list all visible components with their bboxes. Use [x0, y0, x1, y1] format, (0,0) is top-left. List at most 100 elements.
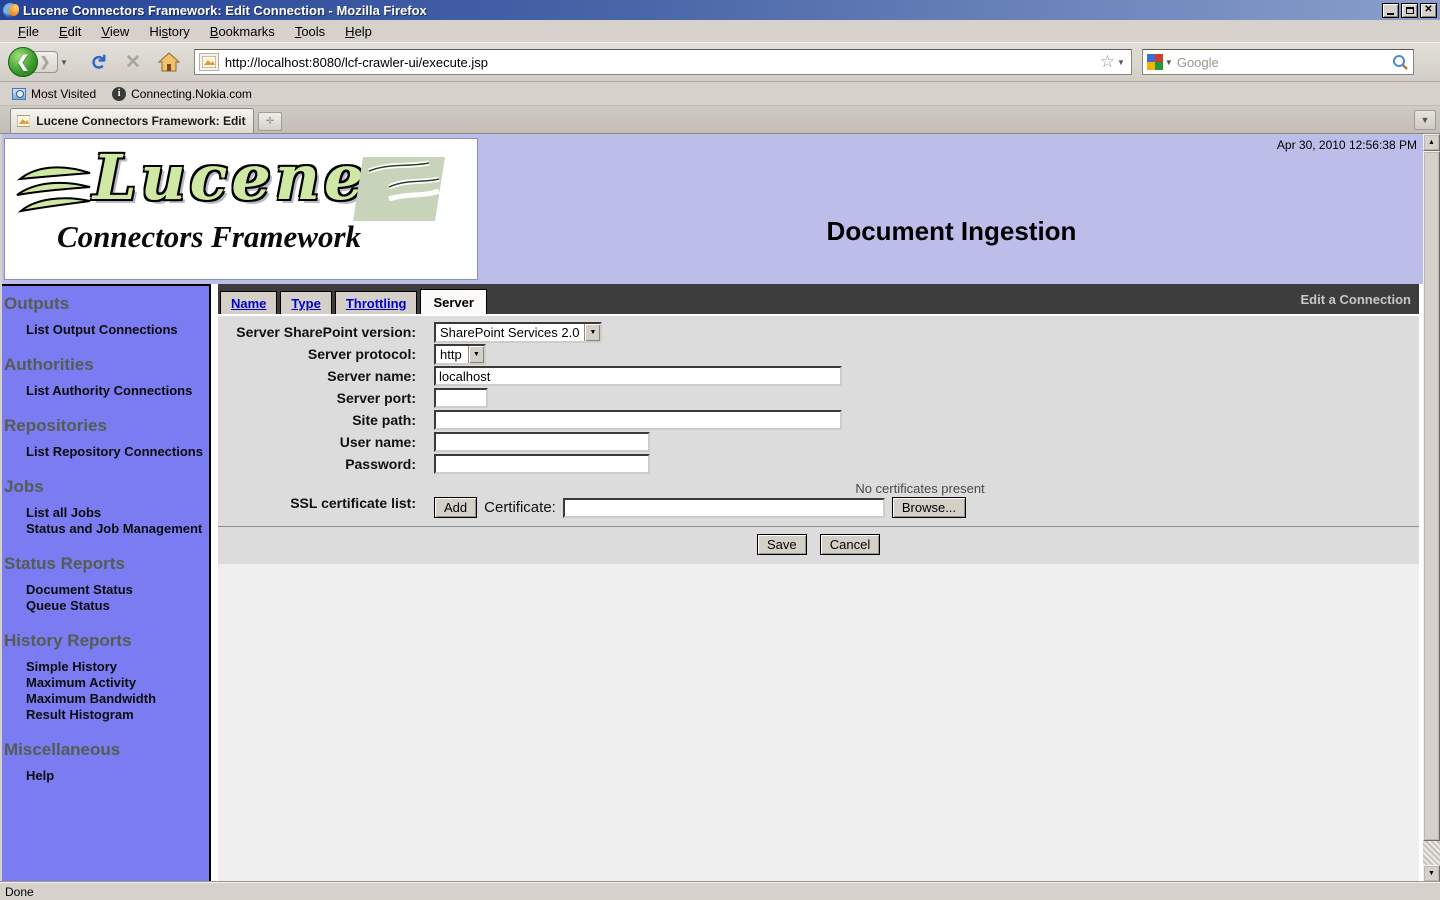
field-label-protocol: Server protocol:: [218, 346, 434, 362]
close-button[interactable]: ✕: [1420, 3, 1437, 18]
back-button[interactable]: ❮: [8, 47, 38, 77]
sidebar: OutputsList Output Connections Authoritie…: [2, 284, 211, 882]
sidebar-item-queue-status[interactable]: Queue Status: [26, 598, 209, 614]
sidebar-heading-miscellaneous: Miscellaneous: [2, 736, 209, 768]
cancel-button[interactable]: Cancel: [820, 534, 880, 555]
scroll-up-button[interactable]: ▲: [1423, 134, 1440, 151]
sharepoint-version-select[interactable]: SharePoint Services 2.0 ▼: [434, 322, 602, 343]
scrollbar-track[interactable]: [1423, 841, 1440, 865]
page-lower-area: [218, 564, 1419, 882]
url-bar[interactable]: ☆ ▼: [194, 49, 1132, 75]
server-port-input[interactable]: [434, 388, 488, 408]
bookmark-star-icon[interactable]: ☆: [1100, 52, 1115, 72]
scroll-down-button[interactable]: ▼: [1423, 865, 1440, 882]
page-content: Apr 30, 2010 12:56:38 PM Lucene Connecto…: [2, 134, 1423, 882]
forward-icon: ❯: [40, 54, 51, 70]
sidebar-item-status-and-job-management[interactable]: Status and Job Management: [26, 521, 209, 537]
sidebar-item-maximum-bandwidth[interactable]: Maximum Bandwidth: [26, 691, 209, 707]
tab-throttling[interactable]: Throttling: [335, 291, 418, 314]
browser-tab-active[interactable]: Lucene Connectors Framework: Edit ...: [10, 108, 254, 133]
bookmark-connecting-nokia[interactable]: i Connecting.Nokia.com: [106, 85, 258, 103]
field-label-site-path: Site path:: [218, 412, 434, 428]
protocol-select[interactable]: http ▼: [434, 344, 486, 365]
page-viewport: Apr 30, 2010 12:56:38 PM Lucene Connecto…: [2, 134, 1440, 882]
sidebar-item-simple-history[interactable]: Simple History: [26, 659, 209, 675]
certificate-input[interactable]: [563, 498, 885, 518]
search-engine-caret[interactable]: ▼: [1165, 58, 1173, 67]
menu-file[interactable]: File: [8, 22, 49, 41]
tab-type[interactable]: Type: [280, 291, 331, 314]
sidebar-item-maximum-activity[interactable]: Maximum Activity: [26, 675, 209, 691]
home-button[interactable]: [156, 49, 182, 75]
stop-button[interactable]: ✕: [120, 49, 146, 75]
sidebar-item-list-output-connections[interactable]: List Output Connections: [26, 322, 209, 338]
most-visited-icon: [12, 88, 26, 100]
protocol-value: http: [436, 346, 468, 363]
no-certificates-text: No certificates present: [434, 481, 1406, 496]
sidebar-item-result-histogram[interactable]: Result Histogram: [26, 707, 209, 723]
status-bar: Done: [0, 882, 1440, 900]
page-body: OutputsList Output Connections Authoritie…: [2, 284, 1423, 882]
sidebar-item-list-all-jobs[interactable]: List all Jobs: [26, 505, 209, 521]
user-name-input[interactable]: [434, 432, 650, 452]
tab-title: Lucene Connectors Framework: Edit ...: [36, 114, 247, 128]
browse-button[interactable]: Browse...: [892, 497, 966, 518]
sidebar-heading-authorities: Authorities: [2, 351, 209, 383]
window-titlebar: Lucene Connectors Framework: Edit Connec…: [0, 0, 1440, 20]
search-input[interactable]: [1177, 55, 1392, 70]
menu-tools[interactable]: Tools: [285, 22, 335, 41]
tab-server-active[interactable]: Server: [420, 289, 486, 314]
search-bar[interactable]: ▼: [1142, 49, 1414, 75]
reload-icon: ↻: [87, 54, 107, 71]
stop-icon: ✕: [125, 53, 141, 72]
page-favicon: [199, 53, 219, 71]
certificate-label: Certificate:: [484, 499, 556, 516]
sharepoint-version-value: SharePoint Services 2.0: [436, 324, 584, 341]
history-dropdown-caret[interactable]: ▼: [58, 58, 74, 67]
close-icon: ✕: [1424, 5, 1432, 15]
url-input[interactable]: [225, 55, 1098, 70]
sidebar-heading-jobs: Jobs: [2, 473, 209, 505]
google-engine-icon[interactable]: [1147, 54, 1163, 70]
sidebar-item-help[interactable]: Help: [26, 768, 209, 784]
tab-name[interactable]: Name: [220, 291, 277, 314]
field-label-server-name: Server name:: [218, 368, 434, 384]
sidebar-item-document-status[interactable]: Document Status: [26, 582, 209, 598]
scrollbar-thumb[interactable]: [1423, 151, 1440, 841]
add-certificate-button[interactable]: Add: [434, 497, 477, 518]
search-icon[interactable]: [1392, 54, 1409, 71]
home-icon: [158, 52, 180, 72]
back-icon: ❮: [16, 52, 29, 72]
list-all-tabs-button[interactable]: ▼: [1414, 110, 1436, 130]
info-icon: i: [112, 87, 126, 101]
reload-button[interactable]: ↻: [84, 49, 110, 75]
page-title: Document Ingestion: [480, 216, 1423, 247]
restore-button[interactable]: [1401, 3, 1418, 18]
menu-bookmarks[interactable]: Bookmarks: [200, 22, 285, 41]
minimize-button[interactable]: [1382, 3, 1399, 18]
bookmark-most-visited[interactable]: Most Visited: [6, 85, 102, 103]
sidebar-heading-history-reports: History Reports: [2, 627, 209, 659]
sidebar-item-list-repository-connections[interactable]: List Repository Connections: [26, 444, 209, 460]
bookmark-label: Most Visited: [31, 87, 96, 101]
tab-grip-button[interactable]: ✛: [258, 112, 282, 131]
site-path-input[interactable]: [434, 410, 842, 430]
menu-help[interactable]: Help: [335, 22, 382, 41]
menu-view[interactable]: View: [91, 22, 139, 41]
sidebar-item-list-authority-connections[interactable]: List Authority Connections: [26, 383, 209, 399]
chevron-down-icon: ▼: [468, 346, 484, 363]
vertical-scrollbar[interactable]: ▲ ▼: [1423, 134, 1440, 882]
menu-history[interactable]: History: [139, 22, 199, 41]
sidebar-heading-status-reports: Status Reports: [2, 550, 209, 582]
menu-edit[interactable]: Edit: [49, 22, 91, 41]
sidebar-heading-outputs: Outputs: [2, 290, 209, 322]
logo-word: Lucene: [93, 141, 367, 214]
logo-subtitle: Connectors Framework: [57, 219, 361, 255]
window-title: Lucene Connectors Framework: Edit Connec…: [23, 3, 1382, 18]
server-name-input[interactable]: [434, 366, 842, 386]
password-input[interactable]: [434, 454, 650, 474]
bookmark-star-caret[interactable]: ▼: [1117, 58, 1125, 67]
save-button[interactable]: Save: [757, 534, 807, 555]
connection-tabbar: Edit a Connection NameTypeThrottlingServ…: [218, 284, 1419, 314]
menu-bar: FileEditViewHistoryBookmarksToolsHelp: [0, 20, 1440, 43]
